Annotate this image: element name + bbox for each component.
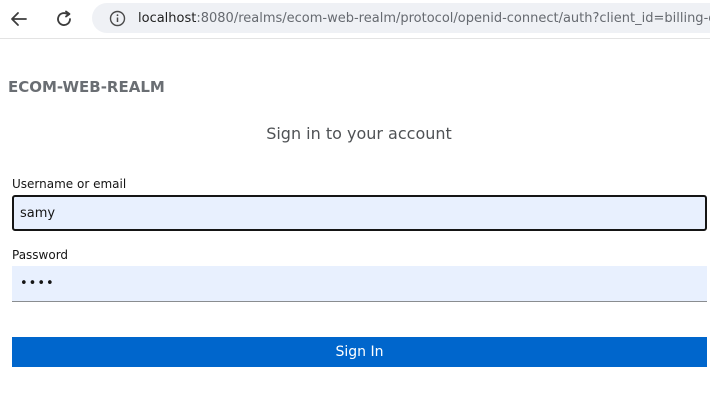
page-heading: Sign in to your account [266, 124, 452, 143]
password-input[interactable] [12, 266, 707, 302]
back-arrow-icon [11, 12, 27, 26]
sign-in-button[interactable]: Sign In [12, 337, 707, 367]
back-button[interactable] [6, 6, 32, 32]
site-info-icon[interactable] [108, 9, 126, 27]
reload-button[interactable] [51, 6, 77, 32]
url-text: localhost:8080/realms/ecom-web-realm/pro… [138, 11, 710, 26]
realm-title: ECOM-WEB-REALM [8, 78, 165, 96]
username-input[interactable] [12, 195, 707, 231]
password-label: Password [12, 248, 69, 262]
url-path: :8080/realms/ecom-web-realm/protocol/ope… [196, 10, 710, 26]
address-bar[interactable]: localhost:8080/realms/ecom-web-realm/pro… [92, 3, 710, 33]
url-host: localhost [138, 10, 197, 26]
reload-icon [57, 10, 71, 26]
username-label: Username or email [12, 177, 127, 191]
browser-toolbar: localhost:8080/realms/ecom-web-realm/pro… [0, 0, 710, 39]
